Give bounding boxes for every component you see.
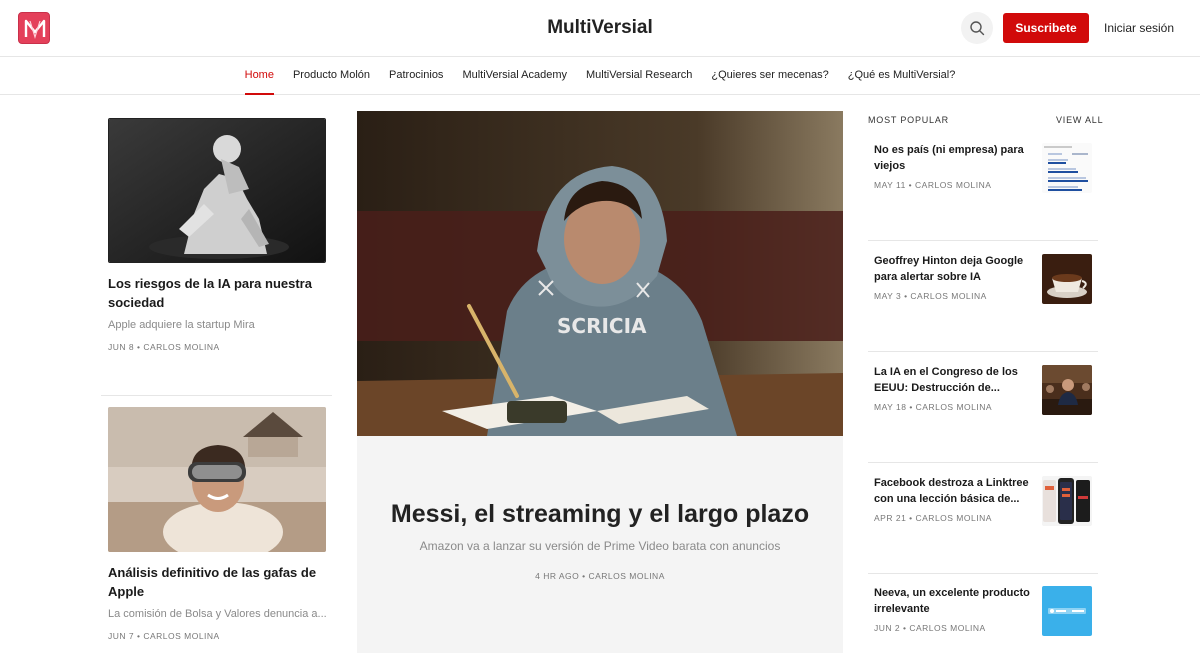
popular-thumbnail[interactable] [1042,143,1092,193]
popular-meta: MAY 11 • CARLOS MOLINA [874,180,992,190]
svg-text:SCRICIA: SCRICIA [557,314,647,338]
popular-title[interactable]: Facebook destroza a Linktree con una lec… [874,476,1034,507]
popular-item[interactable]: No es país (ni empresa) para viejos MAY … [868,143,1098,213]
popular-meta: MAY 3 • CARLOS MOLINA [874,291,987,301]
featured-image[interactable]: SCRICIA [357,111,843,436]
subscribe-button[interactable]: Suscribete [1003,13,1089,43]
bar-chart-thumbnail-image [1042,143,1092,193]
divider [101,395,332,396]
divider [868,462,1098,463]
featured-subtitle: Amazon va a lanzar su versión de Prime V… [419,539,781,553]
nav-item-about[interactable]: ¿Qué es MultiVersial? [848,57,956,95]
view-all-link[interactable]: VIEW ALL [1056,115,1103,125]
robot-thinker-image [109,119,325,262]
popular-meta: APR 21 • CARLOS MOLINA [874,513,992,523]
popular-item[interactable]: Facebook destroza a Linktree con una lec… [868,476,1098,546]
popular-meta: JUN 2 • CARLOS MOLINA [874,623,986,633]
nav-item-patrocinios[interactable]: Patrocinios [389,57,443,95]
popular-item[interactable]: Geoffrey Hinton deja Google para alertar… [868,254,1098,324]
popular-title[interactable]: Neeva, un excelente producto irrelevante [874,586,1034,617]
main-nav: Home Producto Molón Patrocinios MultiVer… [0,57,1200,95]
login-link[interactable]: Iniciar sesión [1104,21,1174,35]
post-subtitle: Apple adquiere la startup Mira [108,319,255,331]
logo[interactable] [18,12,50,44]
most-popular-heading: MOST POPULAR [868,115,949,125]
divider [868,351,1098,352]
popular-title[interactable]: Geoffrey Hinton deja Google para alertar… [874,254,1034,285]
popular-thumbnail[interactable] [1042,476,1092,526]
nav-item-mecenas[interactable]: ¿Quieres ser mecenas? [711,57,828,95]
popular-thumbnail[interactable] [1042,254,1092,304]
post-meta: JUN 7 • CARLOS MOLINA [108,631,220,641]
divider [868,240,1098,241]
logo-m-icon [24,19,46,40]
post-thumbnail-vision-pro[interactable] [108,407,326,552]
post-title[interactable]: Los riesgos de la IA para nuestra socied… [108,274,328,312]
nav-item-research[interactable]: MultiVersial Research [586,57,692,95]
featured-title[interactable]: Messi, el streaming y el largo plazo [357,500,843,529]
search-icon [970,21,985,36]
nav-item-home[interactable]: Home [244,57,274,95]
post-title[interactable]: Análisis definitivo de las gafas de Appl… [108,563,328,601]
popular-thumbnail[interactable] [1042,365,1092,415]
featured-meta: 4 HR AGO • CARLOS MOLINA [535,571,665,581]
congress-hearing-image [1042,365,1092,415]
popular-thumbnail[interactable] [1042,586,1092,636]
featured-post[interactable]: SCRICIA Messi, el streaming y el largo p… [357,111,843,653]
popular-item[interactable]: La IA en el Congreso de los EEUU: Destru… [868,365,1098,435]
post-thumbnail-robot[interactable] [108,118,326,263]
popular-meta: MAY 18 • CARLOS MOLINA [874,402,993,412]
vr-headset-woman-image [108,407,326,552]
post-meta: JUN 8 • CARLOS MOLINA [108,342,220,352]
man-writing-image: SCRICIA [357,111,843,436]
divider [868,573,1098,574]
site-header: MultiVersial Suscribete Iniciar sesión [0,0,1200,57]
search-button[interactable] [961,12,993,44]
nav-item-academy[interactable]: MultiVersial Academy [462,57,567,95]
neeva-logo-image [1042,586,1092,636]
popular-item[interactable]: Neeva, un excelente producto irrelevante… [868,586,1098,651]
popular-title[interactable]: No es país (ni empresa) para viejos [874,143,1034,174]
coffee-cup-image [1042,254,1092,304]
popular-title[interactable]: La IA en el Congreso de los EEUU: Destru… [874,365,1034,396]
nav-item-producto-molon[interactable]: Producto Molón [293,57,370,95]
post-subtitle: La comisión de Bolsa y Valores denuncia … [108,608,327,620]
phone-screens-image [1042,476,1092,526]
